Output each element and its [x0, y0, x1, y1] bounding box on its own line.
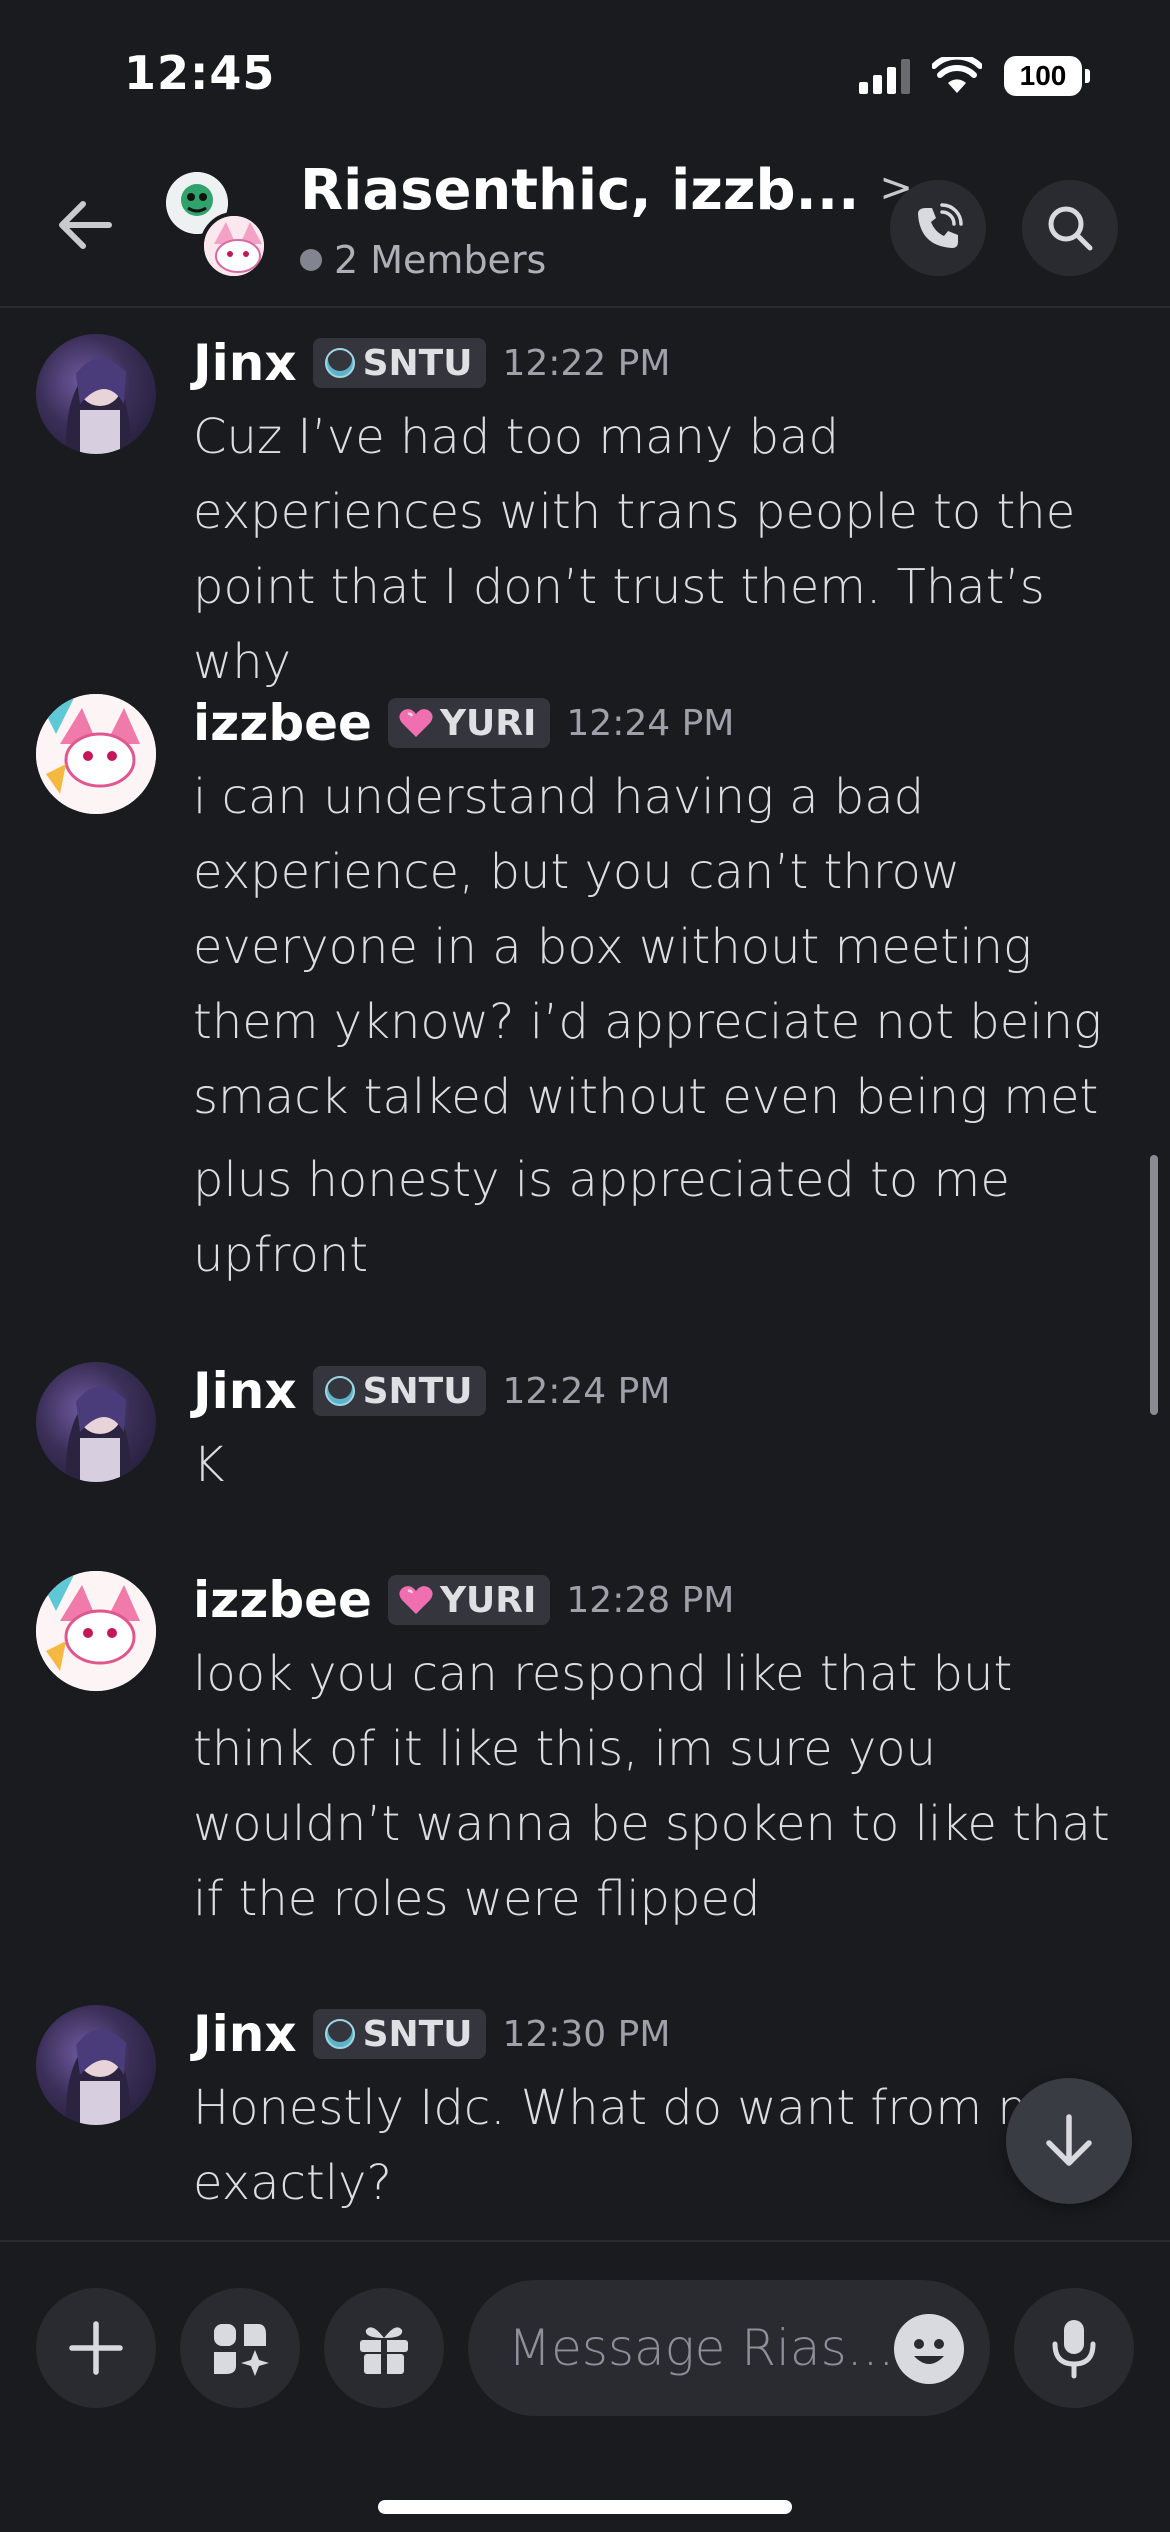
message-text: plus honesty is appreciated to me upfron…	[193, 1152, 1010, 1283]
apps-sparkle-icon	[214, 2324, 269, 2376]
message-placeholder: Message Rias...	[508, 2319, 895, 2377]
message-content: Cuz I’ve had too many bad experiences wi…	[193, 400, 1133, 700]
smiley-face-icon	[896, 2316, 962, 2382]
channel-header: Riasenthic, izzb... > 2 Members	[0, 150, 1170, 308]
role-label: SNTU	[362, 1370, 473, 1412]
message-content: Honestly Idc. What do want from me exact…	[193, 2071, 1133, 2221]
gift-button[interactable]	[324, 2288, 444, 2408]
gift-icon	[360, 2327, 408, 2374]
role-tag[interactable]: YURI	[387, 698, 551, 748]
status-dot-icon	[300, 249, 322, 271]
moon-orb-icon	[324, 2018, 355, 2049]
microphone-icon	[1052, 2320, 1096, 2379]
apps-button[interactable]	[180, 2288, 300, 2408]
role-tag[interactable]: SNTU	[312, 2009, 487, 2059]
channel-title-row[interactable]: Riasenthic, izzb... >	[300, 158, 913, 223]
jump-to-latest-button[interactable]	[1006, 2078, 1132, 2204]
message-text: look you can respond like that but think…	[193, 1646, 1110, 1927]
moon-orb-icon	[324, 347, 355, 378]
search-icon	[1048, 206, 1093, 251]
status-icons: 100	[859, 52, 1090, 100]
message-author[interactable]: izzbee	[193, 1571, 372, 1629]
voice-message-button[interactable]	[1014, 2288, 1134, 2408]
role-tag[interactable]: SNTU	[312, 1366, 487, 1416]
emoji-button[interactable]	[894, 2314, 964, 2384]
moon-orb-icon	[324, 1375, 355, 1406]
arrow-left-icon	[59, 201, 112, 249]
message-header: Jinx SNTU 12:24 PM	[193, 1358, 670, 1424]
role-label: YURI	[439, 1579, 537, 1621]
message-timestamp: 12:28 PM	[566, 1579, 735, 1621]
message-header: izzbee YURI 12:28 PM	[193, 1567, 734, 1633]
pink-heart-icon	[399, 709, 433, 737]
message-timestamp: 12:22 PM	[502, 342, 671, 384]
role-tag[interactable]: YURI	[387, 1575, 551, 1625]
plus-icon	[69, 2321, 123, 2375]
pink-heart-icon	[399, 1586, 433, 1614]
message-content: look you can respond like that but think…	[193, 1637, 1133, 1937]
status-time: 12:45	[124, 46, 276, 100]
phone-icon	[918, 203, 963, 248]
user-avatar[interactable]	[36, 1571, 156, 1691]
role-label: YURI	[439, 702, 537, 744]
message-text: K	[193, 1437, 225, 1493]
role-label: SNTU	[362, 2013, 473, 2055]
message-content: i can understand having a bad experience…	[193, 760, 1133, 1293]
group-avatar[interactable]	[166, 172, 276, 282]
message-author[interactable]: Jinx	[193, 334, 297, 392]
user-avatar[interactable]	[36, 1362, 156, 1482]
message-timestamp: 12:24 PM	[502, 1370, 671, 1412]
message-author[interactable]: izzbee	[193, 694, 372, 752]
message-header: izzbee YURI 12:24 PM	[193, 690, 734, 756]
message-timestamp: 12:24 PM	[566, 702, 735, 744]
cellular-signal-icon	[859, 58, 910, 94]
member-avatar	[200, 212, 268, 280]
user-avatar[interactable]	[36, 2005, 156, 2125]
message-text: Cuz I’ve had too many bad experiences wi…	[193, 409, 1076, 690]
role-label: SNTU	[362, 342, 473, 384]
message-header: Jinx SNTU 12:30 PM	[193, 2001, 670, 2067]
message-timestamp: 12:30 PM	[502, 2013, 671, 2055]
message-input[interactable]: Message Rias...	[468, 2280, 990, 2416]
user-avatar[interactable]	[36, 694, 156, 814]
scrollbar[interactable]	[1150, 1155, 1158, 1415]
message-text: Honestly Idc. What do want from me exact…	[193, 2080, 1074, 2211]
message-header: Jinx SNTU 12:22 PM	[193, 330, 670, 396]
message-author[interactable]: Jinx	[193, 2005, 297, 2063]
arrow-down-icon	[1046, 2114, 1092, 2166]
status-bar: 12:45 100	[0, 0, 1170, 150]
composer-bar: Message Rias...	[0, 2240, 1170, 2532]
battery-level: 100	[1004, 56, 1082, 96]
role-tag[interactable]: SNTU	[312, 338, 487, 388]
back-button[interactable]	[50, 190, 120, 260]
battery-icon: 100	[1004, 56, 1090, 96]
channel-title: Riasenthic, izzb...	[300, 158, 860, 223]
add-attachment-button[interactable]	[36, 2288, 156, 2408]
members-label: 2 Members	[334, 238, 547, 282]
wifi-icon	[932, 57, 982, 93]
member-count: 2 Members	[300, 238, 546, 282]
message-text: i can understand having a bad experience…	[193, 769, 1102, 1125]
message-author[interactable]: Jinx	[193, 1362, 297, 1420]
message-list[interactable]: Jinx SNTU 12:22 PM Cuz I’ve had too many…	[0, 310, 1170, 2240]
search-button[interactable]	[1022, 180, 1118, 276]
message-content: K	[193, 1428, 1133, 1503]
home-indicator	[378, 2500, 792, 2514]
voice-call-button[interactable]	[890, 180, 986, 276]
user-avatar[interactable]	[36, 334, 156, 454]
